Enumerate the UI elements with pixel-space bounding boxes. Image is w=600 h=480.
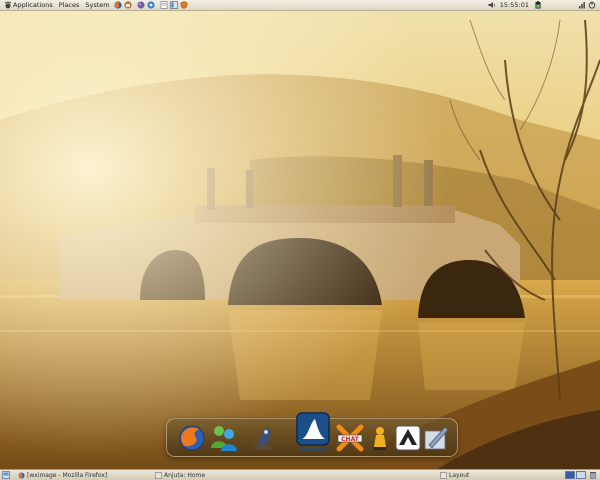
bottom-panel: [wximage - Mozilla Firefox] Anjuta: Home…: [0, 469, 600, 480]
taskbar-item-firefox[interactable]: [wximage - Mozilla Firefox]: [18, 471, 138, 479]
anjuta-icon: [155, 471, 162, 479]
network-icon[interactable]: [578, 1, 586, 9]
pidgin-icon[interactable]: [137, 1, 145, 9]
text-editor-icon[interactable]: [160, 1, 168, 9]
dock-xchat[interactable]: CHAT: [335, 423, 365, 453]
vlc-icon: [374, 427, 386, 450]
clock[interactable]: 15:55:01: [500, 1, 529, 9]
taskbar-item-label: Anjuta: Home: [164, 471, 206, 479]
inkscape-icon: [395, 425, 421, 451]
dock-firefox[interactable]: [177, 423, 207, 453]
dock-messenger[interactable]: [209, 423, 239, 453]
taskbar-item-layout[interactable]: Layout: [440, 471, 510, 479]
web-icon[interactable]: [169, 1, 178, 9]
taskbar-item-label: [wximage - Mozilla Firefox]: [27, 471, 108, 479]
applications-menu[interactable]: Applications: [0, 0, 56, 11]
power-icon[interactable]: [588, 1, 596, 9]
show-desktop-icon[interactable]: [2, 471, 10, 479]
window-icon: [440, 471, 447, 479]
top-panel: Applications Places System 15:55:01: [0, 0, 600, 11]
dock-gimp[interactable]: [249, 423, 279, 453]
help-icon[interactable]: [147, 1, 155, 9]
dock-tools[interactable]: [421, 423, 451, 453]
tools-icon: [424, 426, 449, 450]
gnome-foot-icon: [5, 1, 11, 9]
places-menu[interactable]: Places: [56, 0, 83, 11]
taskbar-item-anjuta[interactable]: Anjuta: Home: [155, 471, 225, 479]
system-menu[interactable]: System: [82, 0, 112, 11]
places-menu-label: Places: [58, 1, 80, 9]
workspace-1[interactable]: [565, 471, 575, 479]
firefox-icon[interactable]: [114, 1, 122, 9]
dock-wireshark[interactable]: [295, 411, 331, 453]
system-menu-label: System: [85, 1, 110, 9]
volume-icon[interactable]: [488, 1, 496, 9]
desktop-wallpaper: [0, 0, 600, 480]
gimp-icon: [254, 427, 272, 450]
wireshark-icon: [296, 412, 330, 451]
messenger-icon: [211, 426, 237, 451]
workspace-2[interactable]: [576, 471, 586, 479]
applications-menu-label: Applications: [13, 1, 53, 9]
firefox-icon: [18, 471, 25, 479]
dock-inkscape[interactable]: [393, 423, 423, 453]
thunderbird-icon[interactable]: [124, 1, 132, 9]
firefox-icon: [179, 425, 205, 451]
battery-icon[interactable]: [534, 1, 542, 9]
trash-icon[interactable]: [589, 471, 597, 479]
dock-vlc[interactable]: [365, 423, 395, 453]
svg-text:CHAT: CHAT: [341, 436, 360, 443]
firewall-icon[interactable]: [180, 1, 188, 9]
xchat-icon: CHAT: [336, 424, 364, 452]
taskbar-item-label: Layout: [449, 471, 470, 479]
notification-area: 15:55:01: [487, 0, 600, 11]
dock: CHAT: [166, 412, 458, 457]
